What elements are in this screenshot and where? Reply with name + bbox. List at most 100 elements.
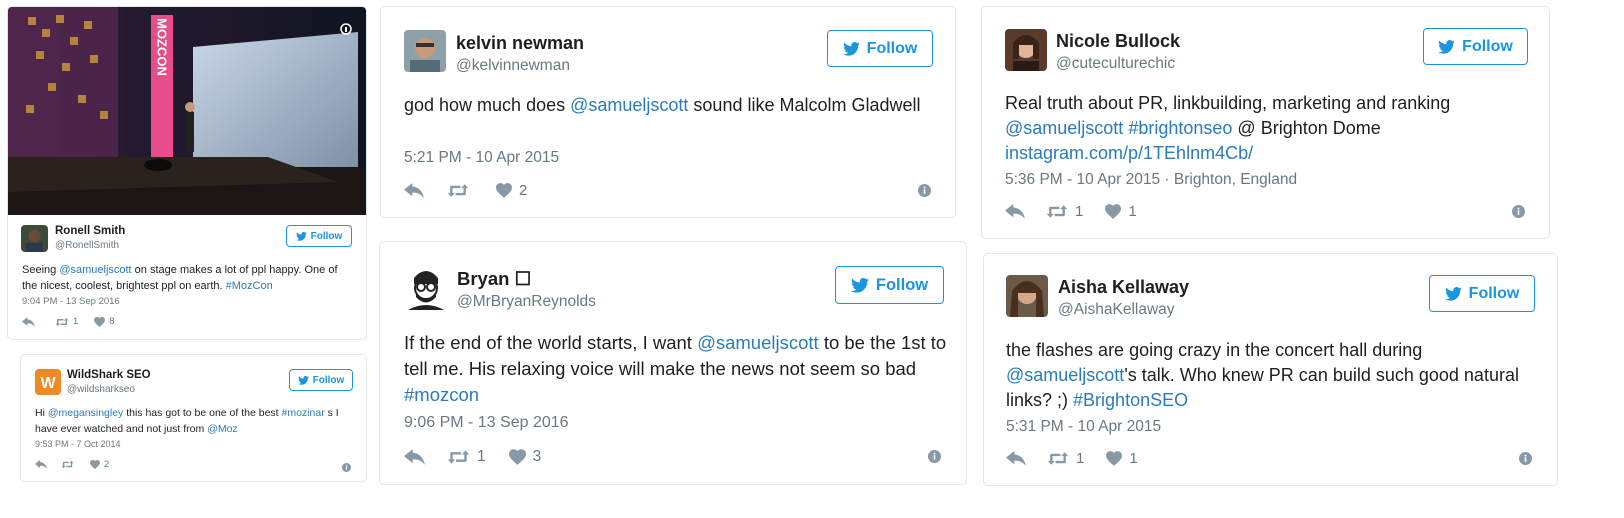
follow-button[interactable]: Follow [1429, 275, 1535, 312]
reply-icon [1006, 451, 1026, 466]
like-button[interactable]: 3 [508, 448, 542, 466]
follow-button[interactable]: Follow [286, 225, 352, 247]
tweet-text-segment: If the end of the world starts, I want [404, 332, 698, 353]
twitter-bird-icon [1438, 39, 1456, 54]
follow-button[interactable]: Follow [1423, 28, 1528, 65]
tweet-link[interactable]: #mozcon [404, 384, 479, 405]
tweet-link[interactable]: @samueljscott [697, 332, 819, 353]
retweet-count: 1 [477, 448, 486, 465]
author-handle[interactable]: @MrBryanReynolds [457, 293, 596, 311]
tweet-card-aisha: Aisha Kellaway @AishaKellaway Follow the… [983, 253, 1558, 486]
reply-button[interactable] [35, 460, 47, 469]
author-handle[interactable]: @kelvinnewman [456, 57, 570, 75]
twitter-bird-icon [850, 277, 869, 293]
avatar-nicole[interactable] [1005, 29, 1047, 71]
avatar-wildshark[interactable]: W [35, 369, 61, 395]
author-handle[interactable]: @cuteculturechic [1056, 55, 1175, 73]
author-handle[interactable]: @AishaKellaway [1058, 301, 1175, 319]
tweet-text: Real truth about PR, linkbuilding, marke… [1005, 91, 1525, 166]
tweet-timestamp[interactable]: 9:06 PM - 13 Sep 2016 [404, 414, 569, 432]
like-button[interactable]: 2 [496, 182, 527, 199]
author-name[interactable]: Ronell Smith [55, 225, 125, 237]
tweet-text: Hi @megansingley this has got to be one … [35, 406, 355, 437]
retweet-button[interactable]: 1 [1046, 203, 1083, 220]
like-count: 1 [1129, 450, 1138, 467]
like-button[interactable]: 8 [94, 316, 115, 327]
tweet-text: If the end of the world starts, I want @… [404, 330, 949, 408]
tweet-link[interactable]: @megansingley [48, 407, 123, 419]
avatar-kelvin[interactable] [404, 30, 446, 72]
tweet-text-segment: Real truth about PR, linkbuilding, marke… [1005, 93, 1451, 113]
tweet-link[interactable]: #mozinar [282, 407, 325, 419]
follow-button[interactable]: Follow [827, 30, 933, 67]
follow-button[interactable]: Follow [289, 369, 353, 391]
info-button[interactable] [918, 184, 931, 202]
reply-icon [404, 449, 425, 465]
tweet-text-segment: Seeing [22, 264, 60, 276]
heart-icon [1105, 204, 1122, 219]
follow-label: Follow [875, 275, 929, 294]
tweet-timestamp[interactable]: 5:31 PM - 10 Apr 2015 [1006, 418, 1161, 436]
retweet-button[interactable] [61, 460, 74, 469]
reply-button[interactable] [1005, 204, 1025, 219]
info-button[interactable] [342, 459, 351, 477]
author-name[interactable]: kelvin newman [456, 33, 584, 54]
tweet-timestamp[interactable]: 5:36 PM - 10 Apr 2015 · Brighton, Englan… [1005, 171, 1297, 189]
tweet-actions: 1 8 [22, 316, 115, 327]
like-button[interactable]: 2 [90, 459, 109, 470]
reply-button[interactable] [404, 449, 425, 465]
like-count: 3 [532, 448, 542, 465]
info-button[interactable] [1519, 452, 1532, 470]
retweet-button[interactable]: 1 [447, 448, 486, 466]
heart-icon [1106, 451, 1123, 466]
tweet-link[interactable]: @samueljscott [1005, 118, 1123, 138]
avatar-aisha[interactable] [1006, 275, 1048, 317]
avatar-ronell[interactable] [21, 225, 48, 252]
follow-button[interactable]: Follow [835, 266, 944, 304]
like-button[interactable]: 1 [1106, 450, 1138, 467]
follow-label: Follow [1462, 37, 1513, 55]
info-button[interactable] [928, 450, 941, 468]
tweet-timestamp[interactable]: 9:53 PM - 7 Oct 2014 [35, 439, 121, 449]
author-name[interactable]: Nicole Bullock [1056, 31, 1180, 52]
author-name[interactable]: Bryan ☐ [457, 268, 531, 290]
tweet-link[interactable]: @Moz [207, 423, 238, 435]
avatar-bryan[interactable] [404, 264, 448, 310]
follow-label: Follow [866, 39, 918, 57]
like-count: 2 [104, 459, 110, 470]
tweet-timestamp[interactable]: 5:21 PM - 10 Apr 2015 [404, 149, 559, 167]
tweet-link[interactable]: #brightonseo [1128, 118, 1232, 138]
tweet-link[interactable]: @samueljscott [570, 95, 688, 115]
stage-photo[interactable]: MOZCON [8, 7, 367, 215]
tweet-text-segment: god how much does [404, 95, 571, 115]
tweet-text-segment: Hi [35, 407, 48, 419]
reply-button[interactable] [22, 316, 35, 327]
reply-button[interactable] [404, 183, 424, 198]
retweet-button[interactable]: 1 [55, 316, 78, 327]
tweet-actions: 2 [35, 459, 109, 470]
tweet-link[interactable]: instagram.com/p/1TEhlnm4Cb/ [1005, 143, 1253, 163]
retweet-button[interactable]: 1 [1047, 450, 1084, 467]
twitter-bird-icon [295, 231, 307, 241]
author-name[interactable]: Aisha Kellaway [1058, 277, 1189, 298]
tweet-link[interactable]: #BrightonSEO [1073, 390, 1188, 410]
retweet-button[interactable] [447, 183, 469, 198]
retweet-count: 1 [1075, 203, 1084, 220]
tweet-text-segment: this has got to be one of the best [123, 407, 282, 419]
like-button[interactable]: 1 [1105, 203, 1137, 220]
info-icon [918, 184, 931, 197]
heart-icon [94, 316, 106, 327]
tweet-link[interactable]: @samueljscott [59, 264, 131, 276]
info-button[interactable] [1512, 205, 1525, 223]
tweet-text-segment: the flashes are going crazy in the conce… [1006, 340, 1423, 360]
author-handle[interactable]: @RonellSmith [55, 240, 119, 251]
author-name[interactable]: WildShark SEO [67, 369, 151, 381]
author-handle[interactable]: @wildsharkseo [67, 384, 135, 395]
tweet-link[interactable]: @samueljscott [1006, 365, 1124, 385]
tweet-timestamp[interactable]: 9:04 PM - 13 Sep 2016 [22, 296, 120, 307]
heart-icon [508, 449, 526, 465]
tweet-link[interactable]: #MozCon [226, 280, 273, 292]
retweet-icon [447, 450, 470, 464]
reply-button[interactable] [1006, 451, 1026, 466]
tweet-actions: 1 1 [1005, 203, 1137, 220]
